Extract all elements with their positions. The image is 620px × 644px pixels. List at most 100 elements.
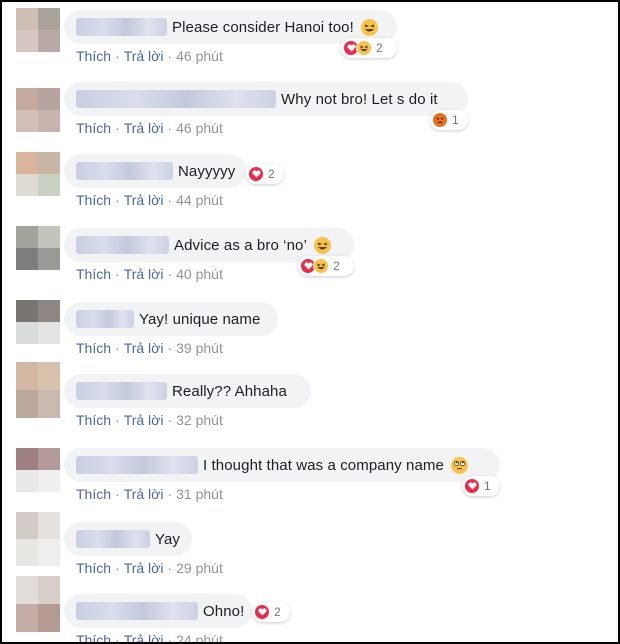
avatar[interactable]	[16, 300, 60, 344]
comment-text: Why not bro! Let s do it	[281, 90, 438, 108]
comment-text: Yay! unique name	[139, 310, 261, 328]
reaction-count: 1	[484, 479, 491, 493]
comment-text: Yay	[155, 530, 181, 548]
timestamp[interactable]: 39 phút	[176, 340, 223, 356]
reaction-summary[interactable]: 2	[246, 164, 284, 184]
timestamp[interactable]: 24 phút	[176, 632, 223, 642]
reply-link[interactable]: Trả lời	[124, 120, 164, 136]
comment-actions: Thích · Trả lời · 24 phút	[76, 632, 223, 644]
commenter-name[interactable]	[76, 382, 167, 400]
comment-text: I thought that was a company name	[203, 456, 444, 474]
reply-link[interactable]: Trả lời	[124, 560, 164, 576]
like-link[interactable]: Thích	[76, 340, 111, 356]
comment-bubble: Yay! unique name	[64, 302, 278, 336]
like-link[interactable]: Thích	[76, 486, 111, 502]
separator: ·	[115, 632, 120, 644]
reply-link[interactable]: Trả lời	[124, 266, 164, 282]
reply-link[interactable]: Trả lời	[124, 48, 164, 64]
comment-text: Please consider Hanoi too!	[172, 18, 354, 36]
timestamp[interactable]: 29 phút	[176, 560, 223, 576]
commenter-name[interactable]	[76, 602, 198, 620]
avatar[interactable]	[16, 362, 60, 418]
comment-thread: Please consider Hanoi too! 2 Thích · Trả l…	[0, 0, 620, 644]
reply-link[interactable]: Trả lời	[124, 632, 164, 642]
commenter-name[interactable]	[76, 162, 173, 180]
like-link[interactable]: Thích	[76, 266, 111, 282]
timestamp[interactable]: 32 phút	[176, 412, 223, 428]
reaction-summary[interactable]: 2	[298, 256, 354, 276]
heart-reaction-icon	[248, 166, 264, 182]
like-link[interactable]: Thích	[76, 192, 111, 208]
reply-link[interactable]: Trả lời	[124, 192, 164, 208]
reply-link[interactable]: Trả lời	[124, 486, 164, 502]
timestamp[interactable]: 40 phút	[176, 266, 223, 282]
commenter-name[interactable]	[76, 236, 169, 254]
reaction-summary[interactable]: 2	[252, 602, 290, 622]
separator: ·	[167, 120, 173, 136]
avatar[interactable]	[16, 576, 60, 632]
separator: ·	[167, 266, 173, 282]
commenter-name[interactable]	[76, 310, 134, 328]
separator: ·	[167, 48, 173, 64]
comment-actions: Thích · Trả lời · 32 phút	[76, 412, 223, 428]
commenter-name[interactable]	[76, 456, 198, 474]
separator: ·	[115, 192, 120, 208]
angry-reaction-icon	[432, 112, 448, 128]
comment-text: Really?? Ahhaha	[172, 382, 287, 400]
laughing-emoji-icon	[313, 236, 331, 254]
comment-actions: Thích · Trả lời · 31 phút	[76, 486, 223, 502]
comment-actions: Thích · Trả lời · 39 phút	[76, 340, 223, 356]
reaction-summary[interactable]: 2	[341, 38, 397, 58]
heart-reaction-icon	[254, 604, 270, 620]
reaction-summary[interactable]: 1	[430, 110, 468, 130]
commenter-name[interactable]	[76, 18, 167, 36]
comment-text: Nayyyyy	[178, 162, 236, 180]
comment-bubble: I thought that was a company name	[64, 448, 500, 482]
timestamp[interactable]: 44 phút	[176, 192, 223, 208]
comment-actions: Thích · Trả lời · 40 phút	[76, 266, 223, 282]
comment-bubble: Ohno!	[64, 594, 252, 628]
separator: ·	[167, 340, 173, 356]
separator: ·	[167, 486, 173, 502]
reply-link[interactable]: Trả lời	[124, 340, 164, 356]
comment-actions: Thích · Trả lời · 46 phút	[76, 120, 223, 136]
reaction-count: 2	[268, 167, 275, 181]
timestamp[interactable]: 46 phút	[176, 120, 223, 136]
comment-bubble: Why not bro! Let s do it	[64, 82, 468, 116]
separator: ·	[115, 412, 120, 428]
haha-reaction-icon	[313, 258, 329, 274]
avatar[interactable]	[16, 448, 60, 492]
like-link[interactable]: Thích	[76, 48, 111, 64]
laughing-emoji-icon	[360, 18, 378, 36]
avatar[interactable]	[16, 152, 60, 196]
separator: ·	[167, 632, 173, 644]
separator: ·	[167, 412, 173, 428]
reply-link[interactable]: Trả lời	[124, 412, 164, 428]
comment-bubble: Yay	[64, 522, 192, 556]
reaction-count: 1	[452, 113, 459, 127]
comment-bubble: Really?? Ahhaha	[64, 374, 311, 408]
avatar[interactable]	[16, 512, 60, 566]
comment-actions: Thích · Trả lời · 44 phút	[76, 192, 223, 208]
reaction-count: 2	[274, 605, 281, 619]
timestamp[interactable]: 46 phút	[176, 48, 223, 64]
separator: ·	[115, 486, 120, 502]
reaction-count: 2	[333, 259, 340, 273]
like-link[interactable]: Thích	[76, 632, 111, 642]
comment-actions: Thích · Trả lời · 29 phút	[76, 560, 223, 576]
like-link[interactable]: Thích	[76, 412, 111, 428]
comment-text: Advice as a bro ‘no’	[174, 236, 307, 254]
avatar[interactable]	[16, 88, 60, 132]
timestamp[interactable]: 31 phút	[176, 486, 223, 502]
reaction-summary[interactable]: 1	[462, 476, 500, 496]
like-link[interactable]: Thích	[76, 120, 111, 136]
avatar[interactable]	[16, 226, 60, 270]
separator: ·	[115, 560, 120, 576]
separator: ·	[115, 48, 120, 64]
avatar[interactable]	[16, 8, 60, 52]
commenter-name[interactable]	[76, 530, 150, 548]
like-link[interactable]: Thích	[76, 560, 111, 576]
separator: ·	[167, 560, 173, 576]
commenter-name[interactable]	[76, 90, 276, 108]
heart-reaction-icon	[464, 478, 480, 494]
